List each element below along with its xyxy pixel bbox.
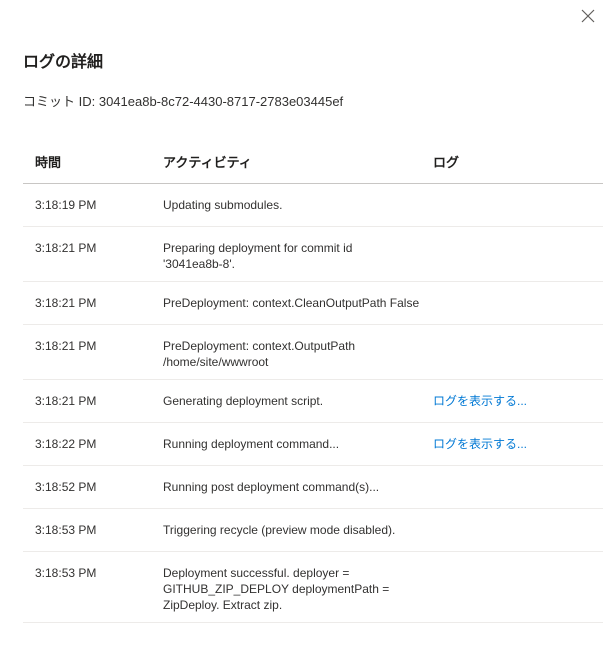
row-activity: Triggering recycle (preview mode disable… (163, 523, 396, 537)
row-time: 3:18:21 PM (35, 296, 97, 310)
header-activity[interactable]: アクティビティ (163, 152, 433, 171)
table-row[interactable]: 3:18:53 PM Triggering recycle (preview mo… (23, 509, 603, 552)
table-row[interactable]: 3:18:22 PM Running deployment command... ロ… (23, 423, 603, 466)
row-activity: Updating submodules. (163, 198, 283, 212)
row-activity: Running deployment command... (163, 437, 340, 451)
table-row[interactable]: 3:18:53 PM Deployment successful. deploye… (23, 552, 603, 623)
table-header: 時間 アクティビティ ログ (23, 140, 603, 184)
row-time: 3:18:52 PM (35, 480, 97, 494)
table-body: 3:18:19 PM Updating submodules. 3:18:21 PM… (23, 184, 603, 623)
table-row[interactable]: 3:18:21 PM PreDeployment: context.OutputP… (23, 325, 603, 380)
table-row[interactable]: 3:18:52 PM Running post deployment comman… (23, 466, 603, 509)
commit-id: コミット ID: 3041ea8b-8c72-4430-8717-2783e03… (23, 94, 344, 109)
row-activity: Running post deployment command(s)... (163, 480, 380, 494)
row-time: 3:18:21 PM (35, 394, 97, 408)
row-log: ログを表示する... (433, 436, 603, 452)
row-activity: Generating deployment script. (163, 394, 324, 408)
table-row[interactable]: 3:18:21 PM Preparing deployment for commi… (23, 227, 603, 282)
row-activity: PreDeployment: context.OutputPath /home/… (163, 339, 356, 369)
log-table: 時間 アクティビティ ログ 3:18:19 PM Updating submodu… (23, 140, 603, 623)
row-time: 3:18:21 PM (35, 241, 97, 255)
table-row[interactable]: 3:18:21 PM Generating deployment script. ロ… (23, 380, 603, 423)
row-activity: Preparing deployment for commit id '3041… (163, 241, 353, 271)
row-time: 3:18:21 PM (35, 339, 97, 353)
view-log-link[interactable]: ログを表示する... (433, 394, 527, 408)
row-activity: PreDeployment: context.CleanOutputPath F… (163, 296, 420, 310)
log-details-panel: ログの詳細 コミット ID: 3041ea8b-8c72-4430-8717-2… (0, 0, 608, 650)
row-time: 3:18:53 PM (35, 523, 97, 537)
close-icon (581, 9, 595, 23)
header-log[interactable]: ログ (433, 152, 603, 171)
row-time: 3:18:53 PM (35, 566, 97, 580)
header-time[interactable]: 時間 (23, 152, 163, 171)
view-log-link[interactable]: ログを表示する... (433, 437, 527, 451)
table-row[interactable]: 3:18:19 PM Updating submodules. (23, 184, 603, 227)
row-time: 3:18:22 PM (35, 437, 97, 451)
row-log: ログを表示する... (433, 393, 603, 409)
row-time: 3:18:19 PM (35, 198, 97, 212)
close-button[interactable] (576, 4, 600, 28)
row-activity: Deployment successful. deployer = GITHUB… (163, 566, 390, 612)
table-row[interactable]: 3:18:21 PM PreDeployment: context.CleanOu… (23, 282, 603, 325)
panel-title: ログの詳細 (23, 54, 104, 71)
